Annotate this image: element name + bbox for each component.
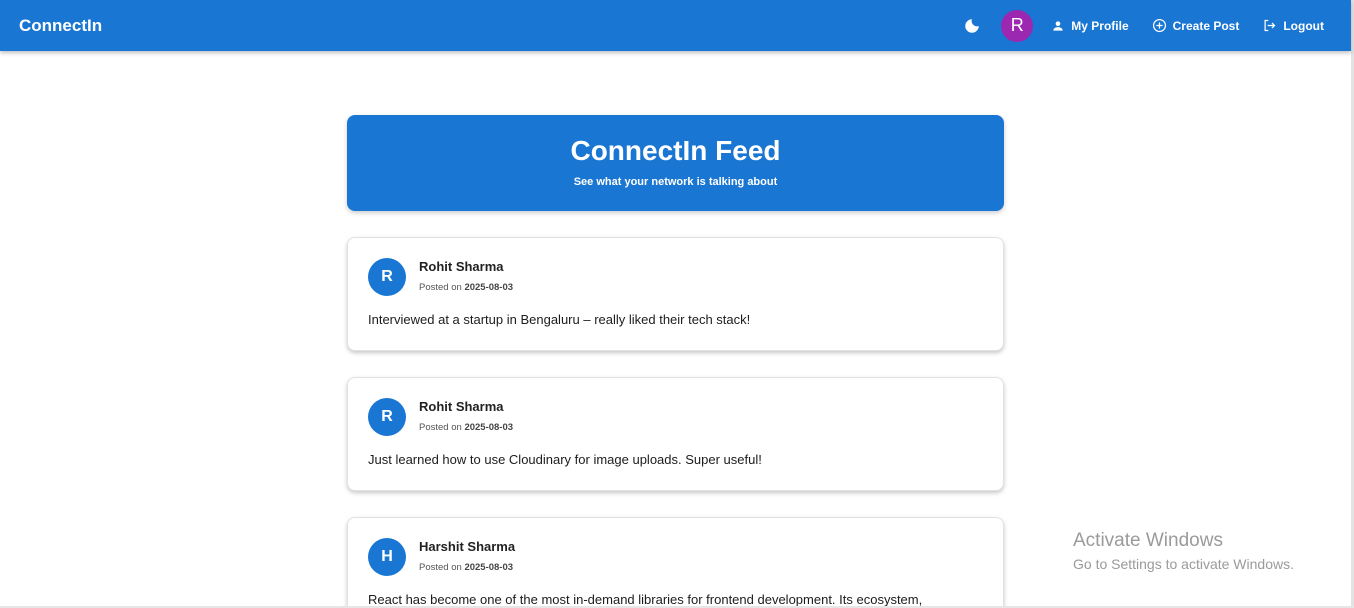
- author-name[interactable]: Harshit Sharma: [419, 539, 515, 554]
- page-title: ConnectIn Feed: [570, 135, 781, 166]
- post-content: Interviewed at a startup in Bengaluru – …: [368, 312, 751, 327]
- brand-logo[interactable]: ConnectIn: [19, 16, 102, 36]
- post-date-value: 2025-08-03: [464, 562, 514, 573]
- logout-link[interactable]: Logout: [1262, 18, 1324, 33]
- post-content: React has become one of the most in-dema…: [368, 592, 923, 607]
- page-subtitle: See what your network is talking about: [573, 176, 778, 188]
- post-date: Posted on 2025-08-03: [419, 562, 513, 573]
- person-icon: [1053, 20, 1063, 31]
- top-navbar: ConnectIn R My Profile Create Post Logou…: [0, 0, 1351, 51]
- my-profile-link[interactable]: My Profile: [1051, 18, 1129, 33]
- author-name[interactable]: Rohit Sharma: [419, 259, 504, 274]
- post-card: H Harshit Sharma Posted on 2025-08-03 Re…: [347, 517, 1004, 608]
- create-post-link[interactable]: Create Post: [1152, 18, 1240, 33]
- windows-activation-watermark: Activate Windows Go to Settings to activ…: [1073, 530, 1294, 572]
- author-avatar[interactable]: R: [368, 258, 406, 296]
- user-avatar[interactable]: R: [1001, 9, 1034, 42]
- watermark-subtitle: Go to Settings to activate Windows.: [1073, 556, 1294, 572]
- feed-header-card: ConnectIn Feed See what your network is …: [347, 115, 1004, 211]
- posted-prefix: Posted on: [419, 282, 462, 293]
- add-circle-icon: [1152, 18, 1166, 33]
- posted-prefix: Posted on: [419, 562, 462, 573]
- author-name[interactable]: Rohit Sharma: [419, 399, 504, 414]
- watermark-title: Activate Windows: [1073, 530, 1223, 551]
- theme-toggle-button[interactable]: [957, 11, 987, 41]
- author-avatar[interactable]: R: [368, 398, 406, 436]
- post-card: R Rohit Sharma Posted on 2025-08-03 Just…: [347, 377, 1004, 491]
- my-profile-label: My Profile: [1071, 18, 1129, 33]
- nav-actions: R My Profile Create Post Logout: [957, 0, 1324, 51]
- post-date: Posted on 2025-08-03: [419, 422, 513, 433]
- moon-icon: [965, 18, 980, 33]
- post-date: Posted on 2025-08-03: [419, 282, 513, 293]
- post-date-value: 2025-08-03: [464, 422, 514, 433]
- post-card: R Rohit Sharma Posted on 2025-08-03 Inte…: [347, 237, 1004, 351]
- post-date-value: 2025-08-03: [464, 282, 514, 293]
- post-content: Just learned how to use Cloudinary for i…: [368, 452, 762, 467]
- logout-icon: [1264, 19, 1276, 32]
- author-avatar[interactable]: H: [368, 538, 406, 576]
- app-root: ConnectIn R My Profile Create Post Logou…: [0, 0, 1354, 608]
- logout-label: Logout: [1283, 18, 1324, 33]
- create-post-label: Create Post: [1172, 18, 1240, 33]
- posted-prefix: Posted on: [419, 422, 462, 433]
